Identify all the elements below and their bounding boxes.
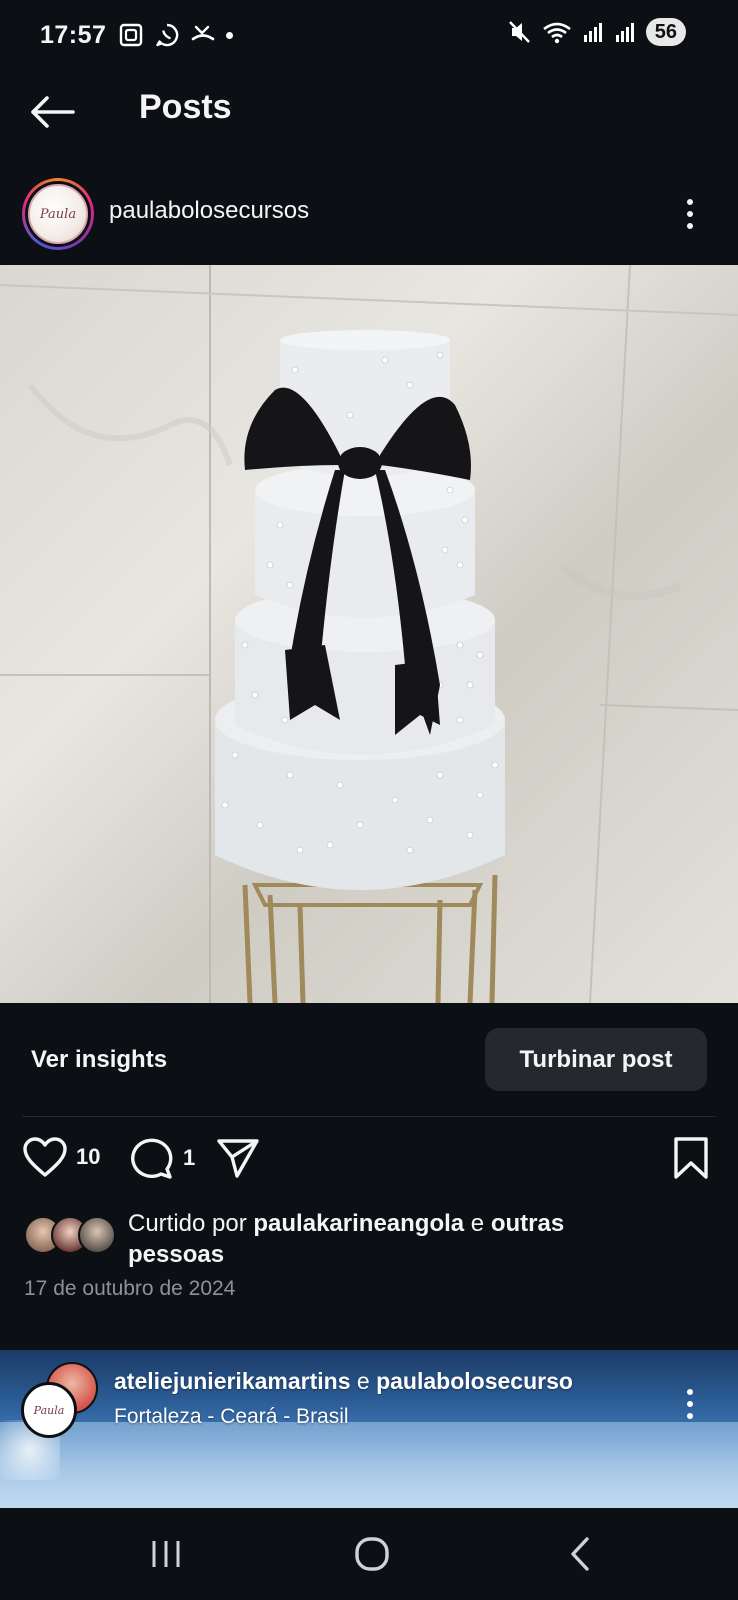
insights-row: Ver insights Turbinar post <box>0 1028 738 1092</box>
send-icon <box>217 1139 259 1178</box>
home-button[interactable] <box>342 1530 402 1578</box>
top-header: Posts <box>0 80 738 144</box>
post-username[interactable]: paulabolosecursos <box>109 197 309 225</box>
back-button[interactable] <box>28 92 76 132</box>
others-link[interactable]: outras <box>491 1210 564 1237</box>
notification-dot <box>226 31 234 39</box>
liker-username[interactable]: paulakarineangola <box>253 1210 464 1237</box>
nav-back-button[interactable] <box>550 1530 610 1578</box>
heart-icon <box>23 1137 67 1177</box>
avatar[interactable]: Paula <box>21 1382 77 1438</box>
avatar[interactable]: Paula <box>22 178 94 250</box>
bookmark-icon <box>674 1137 708 1179</box>
signal-icon <box>615 23 634 42</box>
chevron-left-icon <box>571 1537 589 1571</box>
missed-call-icon <box>192 25 215 41</box>
avatar <box>78 1216 116 1254</box>
home-icon <box>355 1537 389 1571</box>
liker-avatars <box>24 1216 116 1254</box>
comment-button[interactable]: 1 <box>129 1136 195 1180</box>
signal-icon <box>583 23 602 42</box>
like-button[interactable]: 10 <box>22 1136 100 1178</box>
status-system-icons: 56 <box>508 18 686 46</box>
arrow-left-icon <box>31 96 75 128</box>
others-link-suffix[interactable]: pessoas <box>128 1241 224 1268</box>
whatsapp-icon <box>156 23 179 47</box>
status-time: 17:57 <box>40 20 107 49</box>
battery-indicator: 56 <box>645 18 686 46</box>
wifi-icon <box>542 22 571 44</box>
post-actions-row: 10 1 <box>0 1136 738 1188</box>
comment-count: 1 <box>183 1145 196 1170</box>
boost-post-button[interactable]: Turbinar post <box>485 1028 707 1091</box>
post-options-button[interactable] <box>672 192 708 236</box>
save-button[interactable] <box>672 1136 710 1180</box>
next-post-preview[interactable]: Paula ateliejunierikamartins e paulabolo… <box>0 1350 738 1508</box>
like-count: 10 <box>76 1144 101 1169</box>
post-date: 17 de outubro de 2024 <box>24 1277 236 1300</box>
post-author-row: Paula paulabolosecursos <box>0 178 738 250</box>
page-title: Posts <box>139 88 232 126</box>
post-image[interactable] <box>0 265 738 1003</box>
more-vertical-icon <box>687 199 693 205</box>
divider <box>22 1116 716 1117</box>
status-bar: 17:57 56 <box>0 0 738 70</box>
collab-usernames[interactable]: ateliejunierikamartins e paulabolosecurs… <box>114 1368 644 1395</box>
likes-summary[interactable]: Curtido por paulakarineangola e outras pe… <box>0 1206 738 1276</box>
more-vertical-icon <box>687 1389 693 1395</box>
screenshot-icon <box>120 23 143 47</box>
system-nav-bar <box>0 1508 738 1600</box>
comment-icon <box>131 1138 173 1179</box>
mute-icon <box>508 21 530 43</box>
recent-apps-button[interactable] <box>136 1530 196 1578</box>
share-button[interactable] <box>215 1136 261 1180</box>
post-location[interactable]: Fortaleza - Ceará - Brasil <box>114 1405 349 1429</box>
recent-apps-icon <box>152 1541 180 1567</box>
likes-text: Curtido por paulakarineangola e outras pe… <box>128 1210 565 1268</box>
post-options-button[interactable] <box>672 1382 708 1426</box>
avatar-logo: Paula <box>28 184 88 244</box>
status-notification-icons <box>118 22 234 48</box>
view-insights-link[interactable]: Ver insights <box>31 1046 167 1074</box>
cake-photo <box>0 265 738 1003</box>
